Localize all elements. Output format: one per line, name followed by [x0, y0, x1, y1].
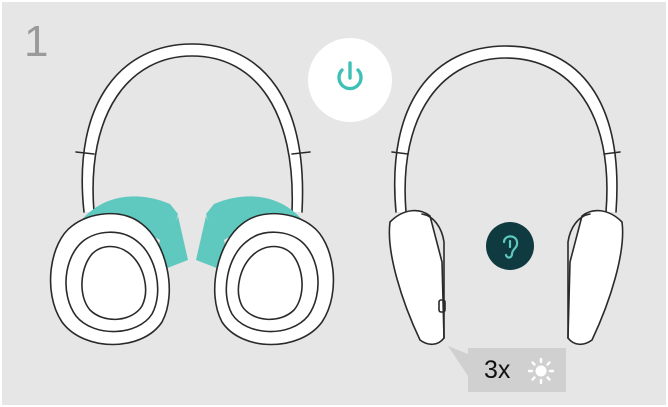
ear-icon [502, 235, 519, 259]
power-icon [337, 61, 363, 91]
led-light-icon [528, 358, 554, 384]
instruction-panel: 1 3x [2, 2, 666, 405]
blink-count: 3x [484, 356, 511, 384]
led-blink-callout: 3x [468, 348, 566, 392]
power-button-indicator [308, 38, 392, 122]
ear-badge [486, 222, 534, 270]
